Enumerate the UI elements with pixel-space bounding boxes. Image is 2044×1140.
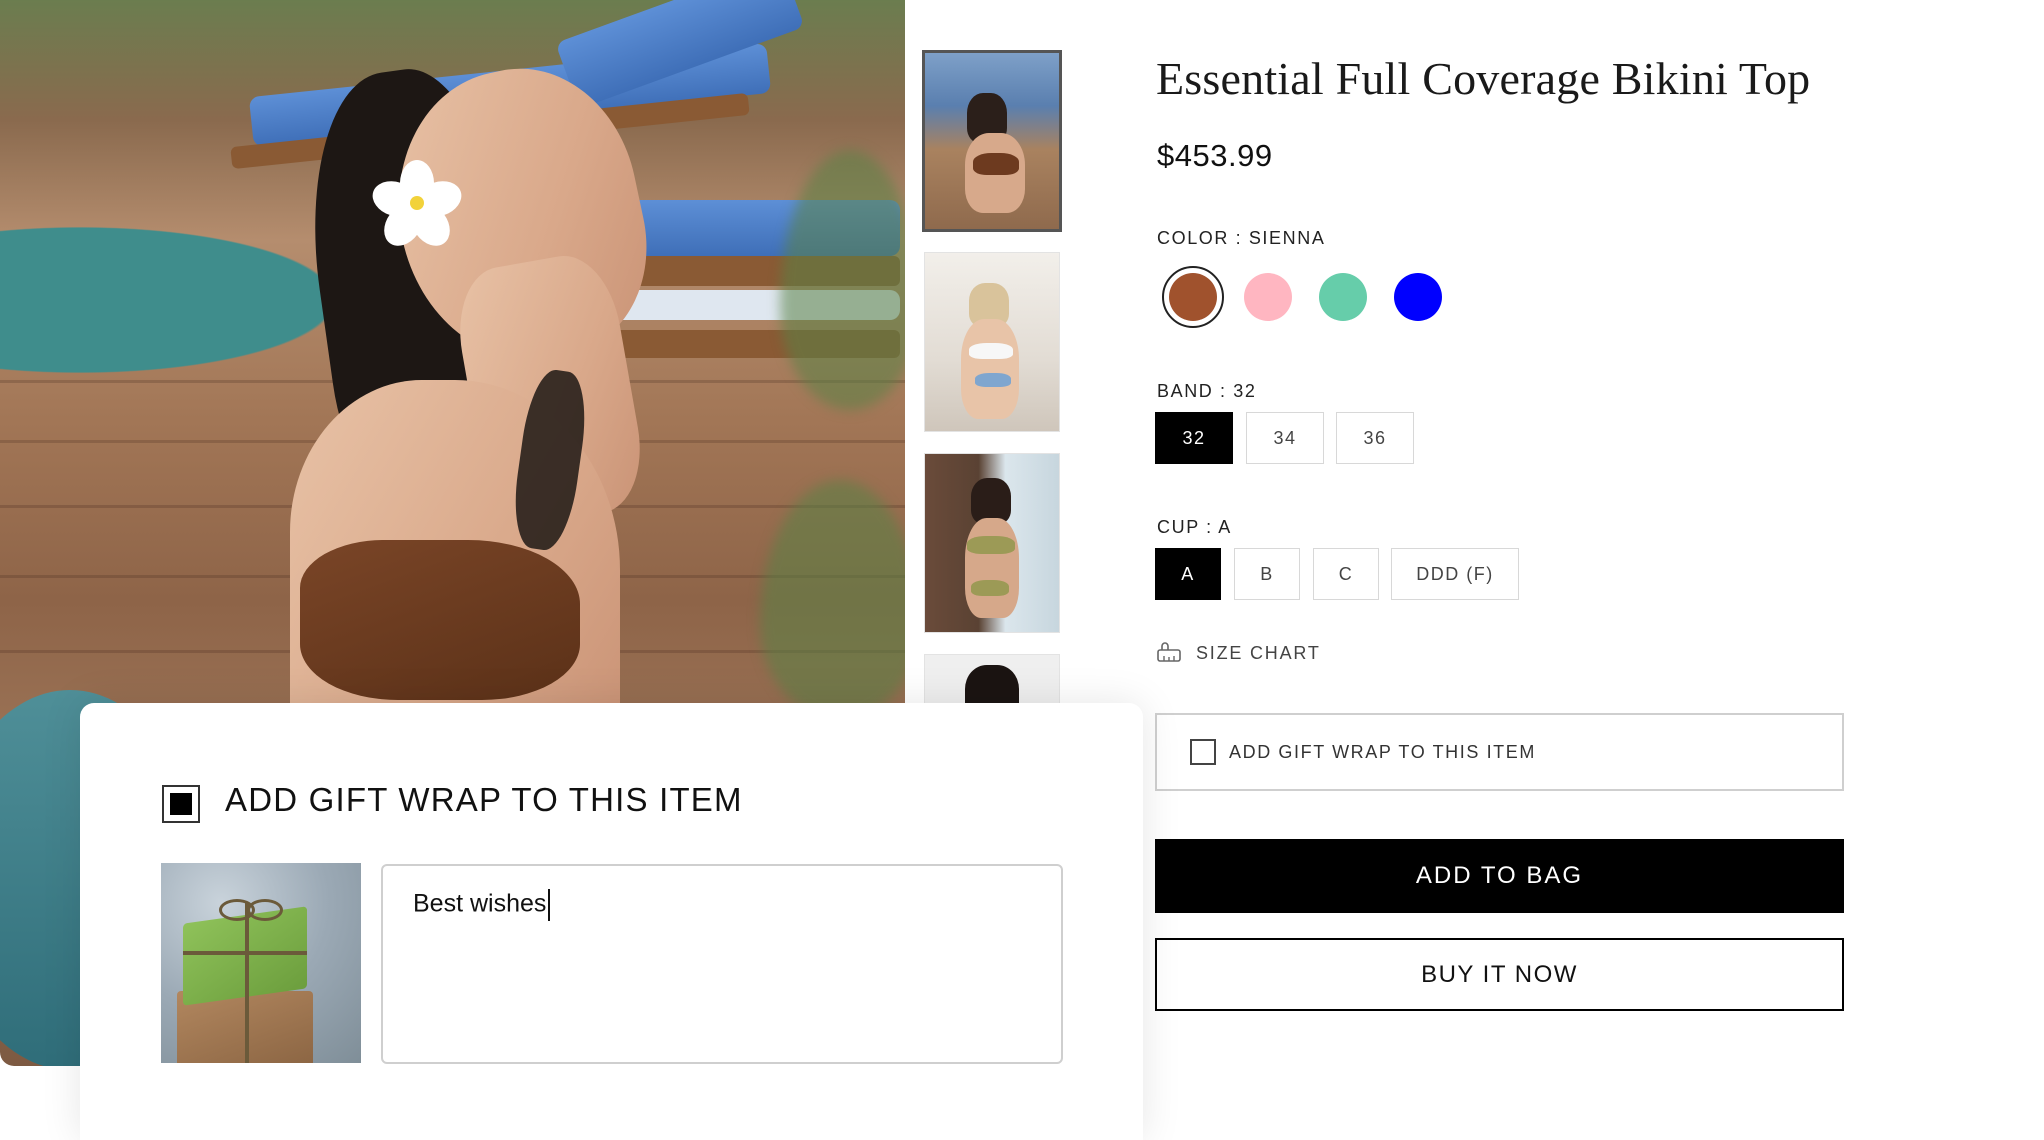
bikini-top [300,540,580,700]
color-label: COLOR : SIENNA [1157,228,1326,248]
product-price: $453.99 [1157,138,1273,173]
cup-option-ddd-f[interactable]: DDD (F) [1391,548,1519,600]
size-chart-label: SIZE CHART [1196,642,1321,663]
twine-bow [247,899,283,921]
gift-wrap-checkbox-checked[interactable] [162,785,200,823]
thumbnail-4[interactable] [924,654,1060,706]
gift-wrap-label: ADD GIFT WRAP TO THIS ITEM [1229,741,1536,762]
flower [367,160,467,254]
thumbnail-3[interactable] [924,453,1060,633]
band-option-32[interactable]: 32 [1155,412,1233,464]
checkbox-fill [170,793,192,815]
band-option-36[interactable]: 36 [1336,412,1414,464]
gift-wrap-label-zoomed: ADD GIFT WRAP TO THIS ITEM [225,781,743,818]
cup-option-a[interactable]: A [1155,548,1221,600]
cup-option-b[interactable]: B [1234,548,1300,600]
swatch-blue[interactable] [1394,273,1442,321]
thumbnail-1[interactable] [922,50,1062,232]
text-caret [548,889,551,921]
foliage [780,150,905,410]
swatch-sienna[interactable] [1169,273,1217,321]
thumbnail-2[interactable] [924,252,1060,432]
cup-option-c[interactable]: C [1313,548,1379,600]
buy-it-now-button[interactable]: BUY IT NOW [1155,938,1844,1011]
band-option-34[interactable]: 34 [1246,412,1324,464]
gift-wrap-checkbox[interactable] [1190,739,1216,765]
foliage [760,480,905,720]
swatch-mint[interactable] [1319,273,1367,321]
gift-message-input[interactable]: Best wishes [381,864,1063,1064]
ruler-icon [1157,642,1181,662]
gift-box-image [161,863,361,1063]
add-to-bag-button[interactable]: ADD TO BAG [1155,839,1844,913]
gift-wrap-option[interactable]: ADD GIFT WRAP TO THIS ITEM [1155,713,1844,791]
gift-message-text: Best wishes [413,889,547,918]
cup-label: CUP : A [1157,517,1232,537]
size-chart-link[interactable]: SIZE CHART [1156,642,1321,664]
swatch-pink[interactable] [1244,273,1292,321]
band-label: BAND : 32 [1157,381,1257,401]
twine [183,951,307,955]
product-title: Essential Full Coverage Bikini Top [1156,53,1811,104]
twine [245,993,249,1063]
